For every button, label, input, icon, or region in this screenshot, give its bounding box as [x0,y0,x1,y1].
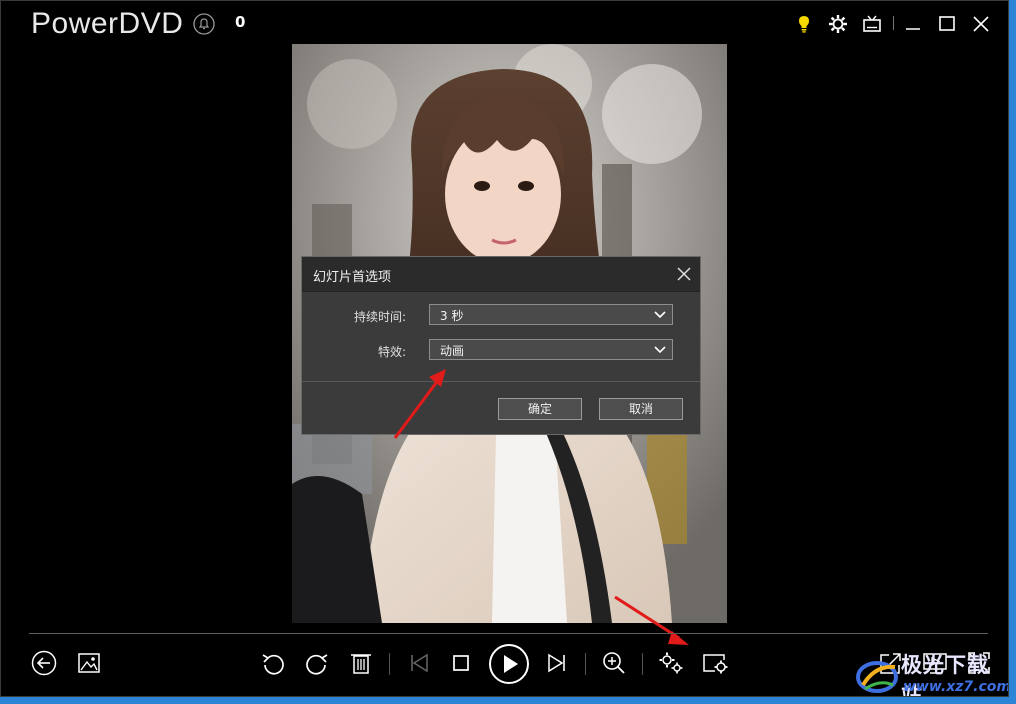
powerdvd-window: PowerDVD 0 幻灯片首选项 持续时间: 3 秒 特效: 动画 确定 取消… [0,0,1009,697]
rotate-left-icon[interactable] [259,649,287,677]
toolbar-separator [585,653,586,675]
delete-icon[interactable] [347,649,375,677]
zoom-icon[interactable] [600,649,628,677]
play-icon[interactable] [488,643,530,685]
watermark-logo-icon [856,661,898,693]
back-icon[interactable] [30,649,58,677]
toolbar-separator [642,653,643,675]
rotate-right-icon[interactable] [303,649,331,677]
stop-icon[interactable] [447,649,475,677]
settings-icon[interactable] [657,649,685,677]
gallery-icon[interactable] [75,649,103,677]
watermark-url: www.xz7.com [903,679,1009,695]
controls-divider [29,633,988,634]
next-icon[interactable] [543,649,571,677]
toolbar-separator [389,653,390,675]
previous-icon[interactable] [405,649,433,677]
watermark: 极光下载站 www.xz7.com [855,649,1008,696]
annotation-arrows [393,369,689,645]
slideshow-settings-icon[interactable] [701,649,729,677]
